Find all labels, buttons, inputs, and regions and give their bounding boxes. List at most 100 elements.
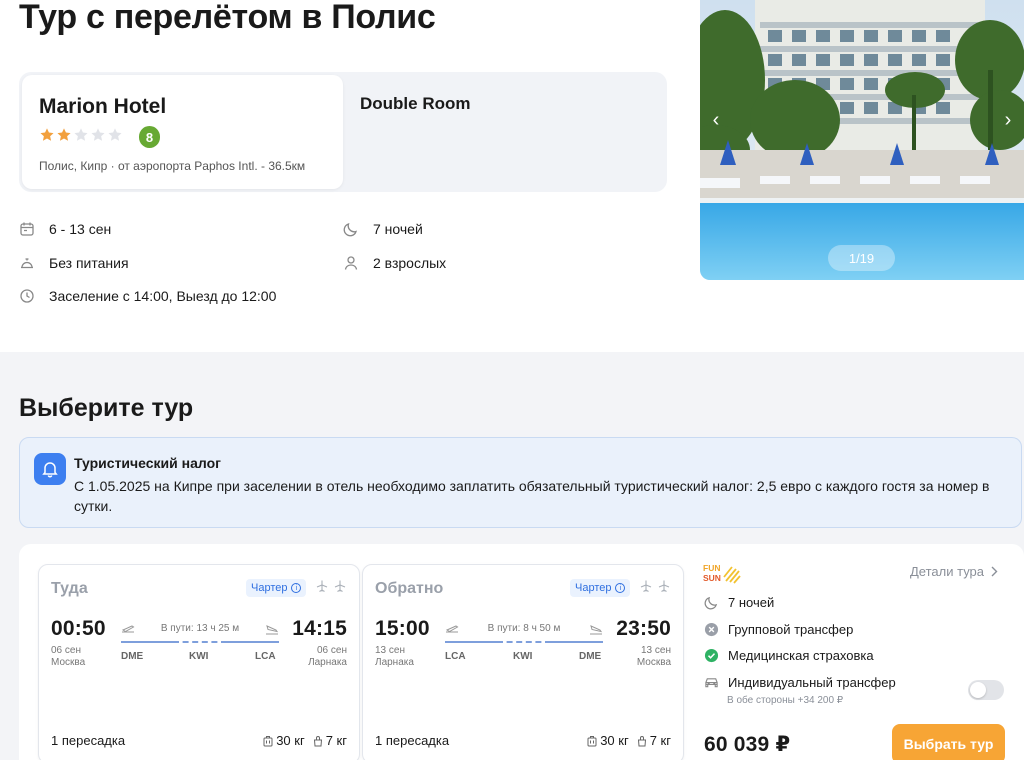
- moon-icon: [704, 596, 718, 610]
- offer-nights-value: 7 ночей: [728, 595, 775, 610]
- transfers-count: 1 пересадка: [375, 733, 450, 748]
- tour-price: 60 039 ₽: [704, 733, 791, 756]
- flight-route: В пути: 13 ч 25 м DME KWI LCA: [121, 621, 279, 662]
- arrival-date: 13 сен Москва: [637, 645, 671, 669]
- dates-value: 6 - 13 сен: [49, 221, 112, 237]
- tour-details-label: Детали тура: [910, 564, 985, 579]
- landing-icon: [266, 625, 279, 635]
- route-segment: [445, 641, 497, 643]
- suitcase-icon: [587, 735, 597, 746]
- flight-card-return[interactable]: Обратно Чартер i 15:00 13 сен Ларнака В …: [362, 564, 684, 760]
- included-check-icon: [704, 648, 719, 663]
- info-icon[interactable]: i: [291, 583, 302, 593]
- info-icon[interactable]: i: [615, 583, 626, 593]
- tour-details-link[interactable]: Детали тура: [910, 564, 998, 579]
- charter-label: Чартер: [251, 582, 288, 594]
- nights-info: 7 ночей: [343, 221, 423, 237]
- hotel-location: Полис, Кипр · от аэропорта Paphos Intl. …: [39, 159, 306, 173]
- hotel-summary: Marion Hotel 8 Полис, Кипр · от аэропорт…: [19, 72, 667, 192]
- dates-info: 6 - 13 сен: [19, 221, 111, 237]
- airport-code: LCA: [255, 651, 276, 662]
- airline-logos: [315, 579, 347, 593]
- charter-badge[interactable]: Чартер i: [246, 579, 307, 597]
- tour-offer-card: Туда Чартер i 00:50 06 сен Москва В пути…: [19, 544, 1024, 760]
- baggage-info: 30 кг 7 кг: [263, 733, 347, 748]
- tour-selection-section: Выберите тур Туристический налог С 1.05.…: [0, 352, 1024, 760]
- landing-icon: [590, 625, 603, 635]
- person-icon: [344, 256, 358, 270]
- gallery-next-button[interactable]: ›: [998, 108, 1018, 132]
- individual-transfer-toggle[interactable]: [968, 680, 1004, 700]
- toggle-knob: [970, 682, 986, 698]
- star-icon: [57, 128, 71, 141]
- group-transfer-label: Групповой трансфер: [728, 622, 854, 637]
- logo-text-top: FUN: [703, 563, 720, 573]
- guests-value: 2 взрослых: [373, 255, 447, 271]
- airport-code: KWI: [513, 651, 533, 662]
- baggage-value: 30 кг: [276, 733, 305, 748]
- route-segment: [227, 641, 279, 643]
- flight-duration: В пути: 13 ч 25 м: [160, 623, 240, 634]
- hand-luggage-icon: [313, 735, 322, 746]
- baggage-info: 30 кг 7 кг: [587, 733, 671, 748]
- car-icon: [705, 678, 718, 688]
- individual-transfer-note: В обе стороны +34 200 ₽: [727, 695, 844, 706]
- insurance-option: Медицинская страховка: [704, 648, 874, 663]
- layover-segment: [173, 641, 227, 643]
- calendar-icon: [20, 222, 34, 236]
- excluded-x-icon: [704, 622, 719, 637]
- operator-logo: FUN SUN: [703, 562, 741, 589]
- hand-luggage-value: 7 кг: [649, 733, 671, 748]
- meal-value: Без питания: [49, 255, 129, 271]
- logo-text-bottom: SUN: [703, 573, 721, 583]
- charter-label: Чартер: [575, 582, 612, 594]
- flight-direction: Туда: [51, 580, 88, 597]
- star-empty-icon: [91, 128, 105, 141]
- fun-sun-logo: FUN SUN: [703, 563, 741, 584]
- flight-direction: Обратно: [375, 580, 444, 597]
- individual-transfer-option: Индивидуальный трансфер: [704, 675, 896, 690]
- arrival-city: Ларнака: [308, 657, 347, 668]
- airport-code: DME: [579, 651, 602, 662]
- hand-luggage-value: 7 кг: [325, 733, 347, 748]
- gallery-counter: 1/19: [828, 245, 895, 271]
- flight-card-outbound[interactable]: Туда Чартер i 00:50 06 сен Москва В пути…: [38, 564, 360, 760]
- route-line: [121, 641, 279, 643]
- hotel-name[interactable]: Marion Hotel: [39, 95, 166, 119]
- airplane-icon: [334, 580, 346, 592]
- departure-city: Ларнака: [375, 657, 414, 668]
- nights-value: 7 ночей: [373, 221, 423, 237]
- airplane-icon: [316, 580, 328, 592]
- bell-icon: [34, 453, 66, 485]
- rating-badge[interactable]: 8: [139, 126, 160, 148]
- page-title: Тур с перелётом в Полис: [19, 0, 436, 36]
- moon-icon: [343, 223, 357, 237]
- route-line: [445, 641, 603, 643]
- hotel-card[interactable]: Marion Hotel 8 Полис, Кипр · от аэропорт…: [22, 75, 343, 189]
- transfers-count: 1 пересадка: [51, 733, 126, 748]
- hotel-photo-gallery[interactable]: ‹ › 1/19: [700, 0, 1024, 280]
- flight-duration: В пути: 8 ч 50 м: [487, 623, 561, 634]
- arrival-time: 14:15: [292, 617, 347, 640]
- departure-date: 06 сен Москва: [51, 645, 85, 669]
- departure-date: 13 сен Ларнака: [375, 645, 414, 669]
- departure-date-value: 13 сен: [375, 645, 405, 656]
- departure-time: 15:00: [375, 617, 430, 640]
- baggage-value: 30 кг: [600, 733, 629, 748]
- arrival-city: Москва: [636, 657, 671, 668]
- star-icon: [40, 128, 54, 141]
- airport-code: LCA: [445, 651, 466, 662]
- departure-time: 00:50: [51, 617, 106, 640]
- hotel-photo: [700, 0, 1024, 280]
- arrival-time: 23:50: [616, 617, 671, 640]
- charter-badge[interactable]: Чартер i: [570, 579, 631, 597]
- room-type: Double Room: [360, 94, 471, 113]
- tourist-tax-notice: Туристический налог С 1.05.2025 на Кипре…: [19, 437, 1022, 528]
- airplane-icon: [658, 580, 670, 592]
- suitcase-icon: [263, 735, 273, 746]
- layover-segment: [497, 641, 551, 643]
- select-tour-button[interactable]: Выбрать тур: [892, 724, 1005, 760]
- checkin-info: Заселение с 14:00, Выезд до 12:00: [19, 288, 276, 304]
- hand-luggage-icon: [637, 735, 646, 746]
- gallery-prev-button[interactable]: ‹: [706, 108, 726, 132]
